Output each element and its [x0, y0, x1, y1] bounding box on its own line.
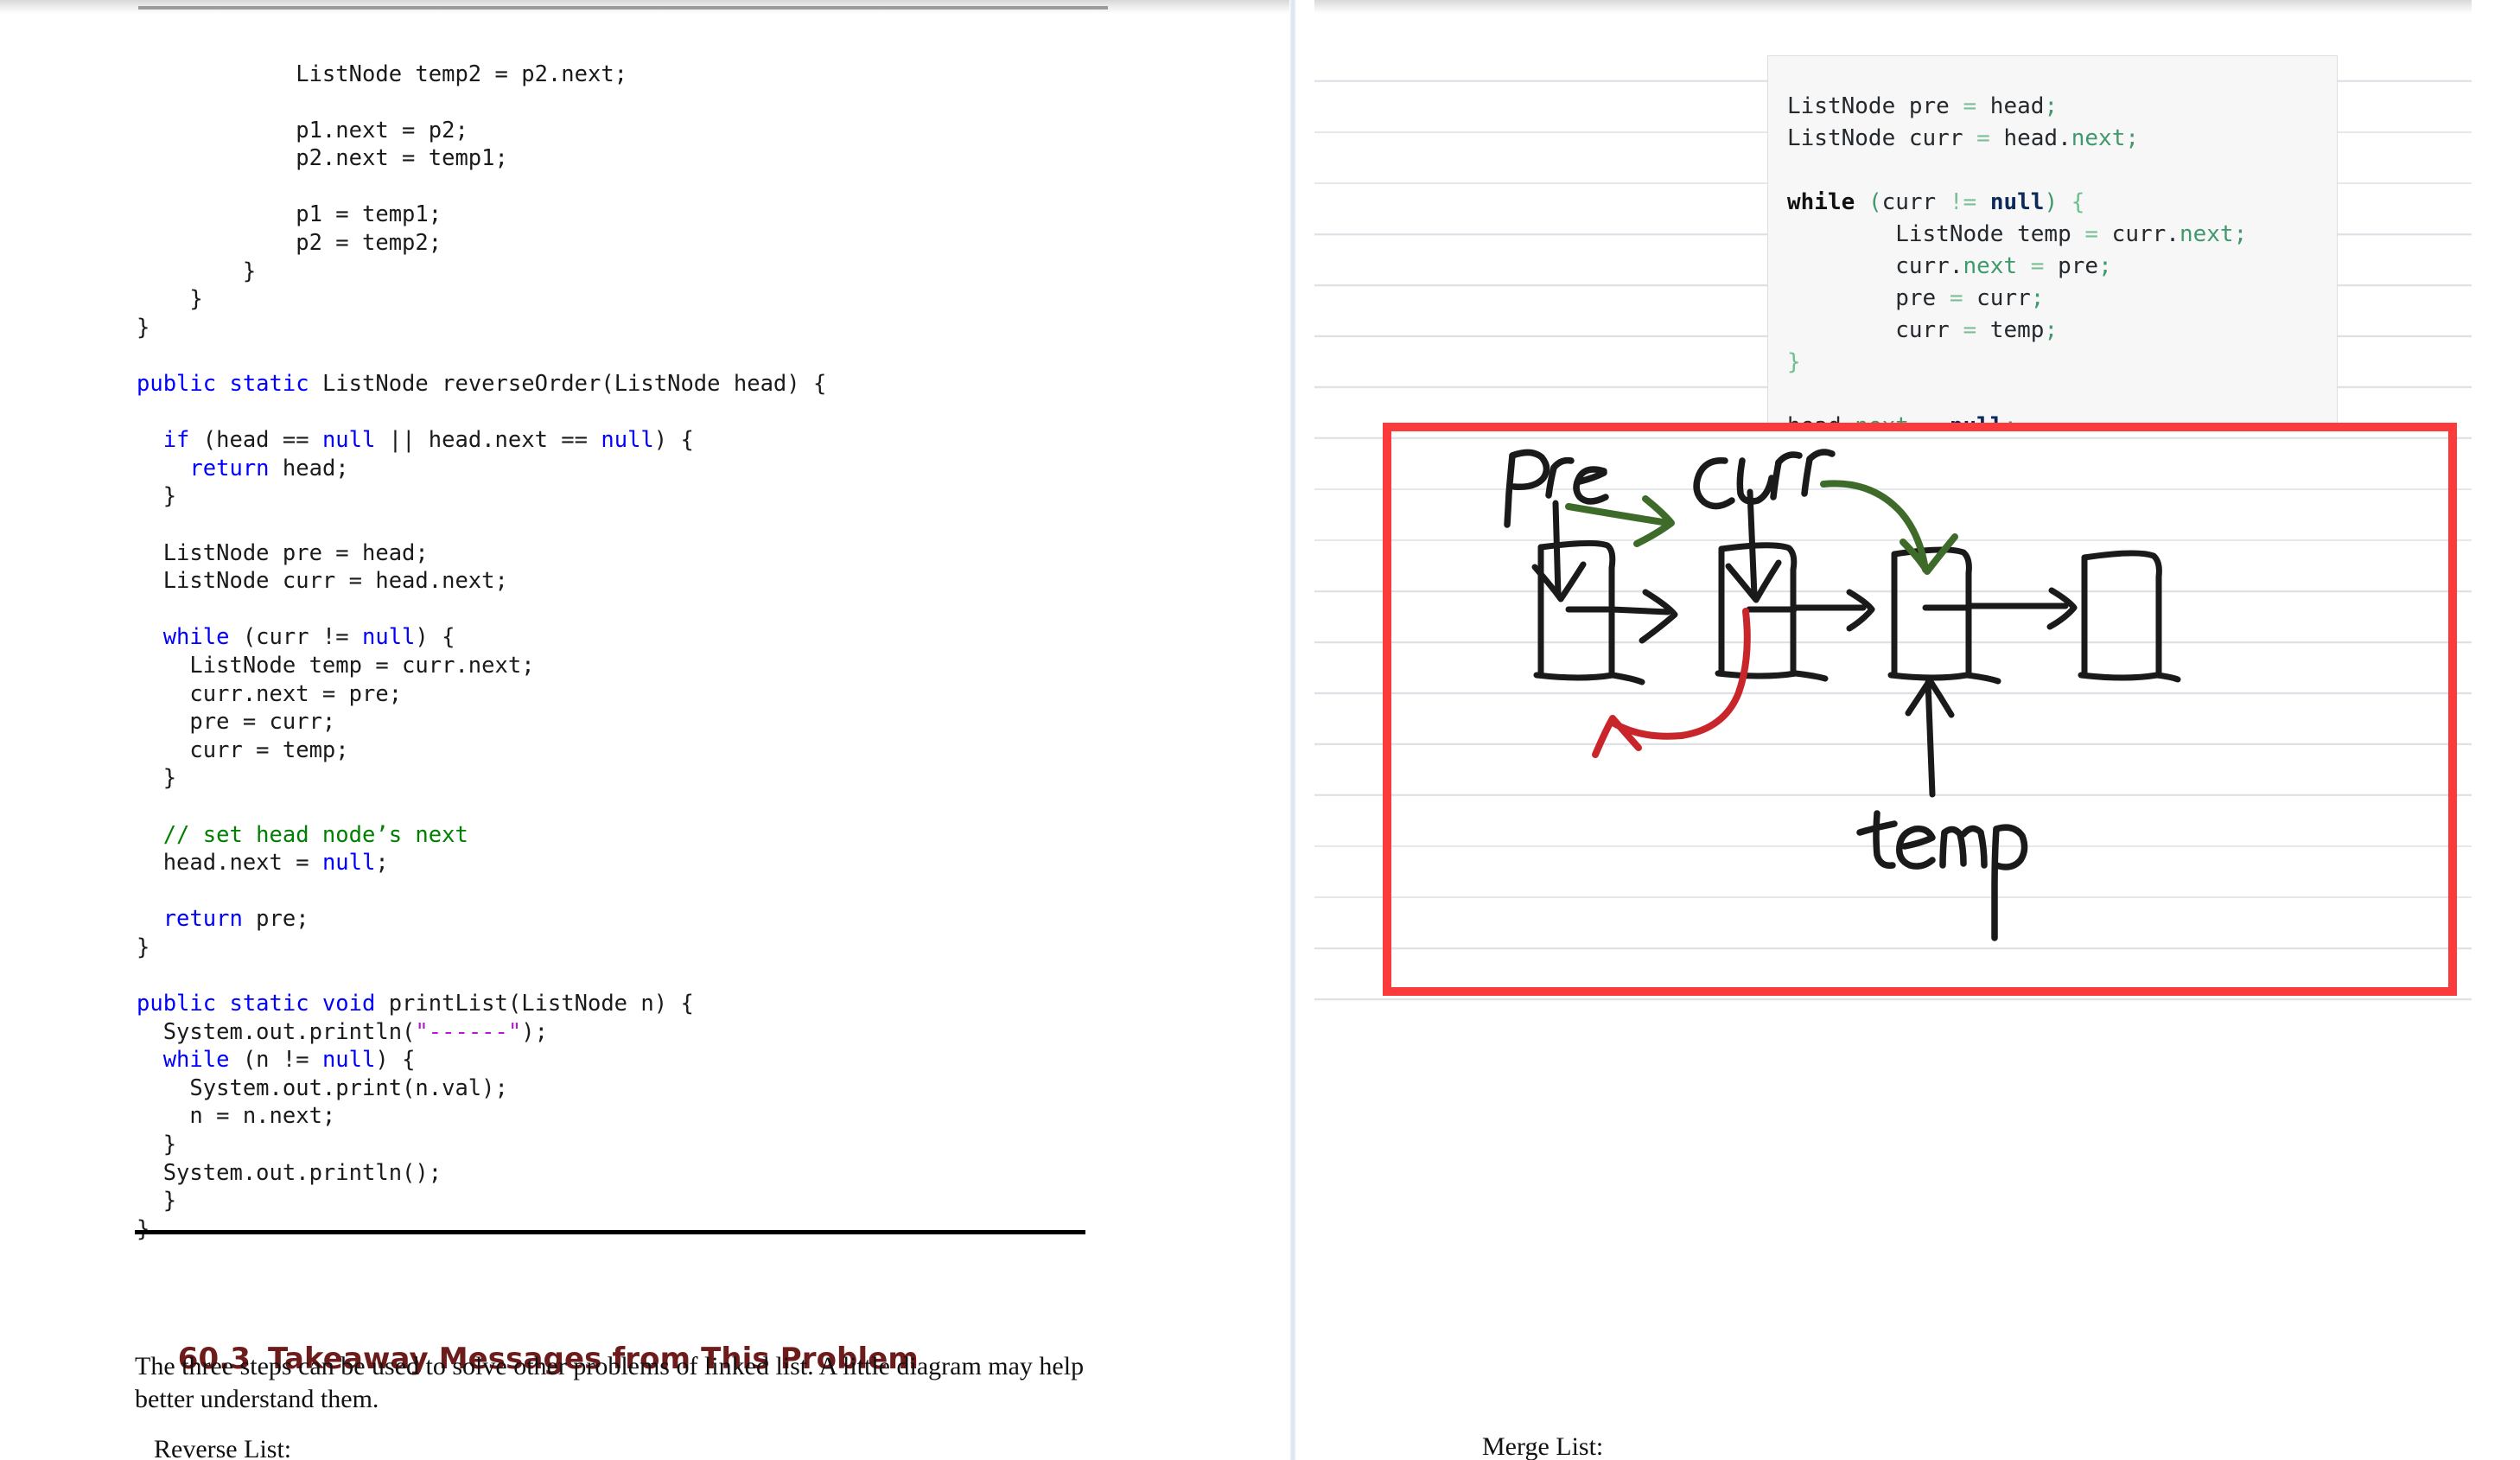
code-screenshot-line: ListNode temp = curr.next;: [1787, 221, 2248, 247]
code-line: }: [137, 934, 150, 960]
page-gutter-divider: [1289, 0, 1296, 1460]
merge-list-label: Merge List:: [1482, 1432, 1604, 1460]
horizontal-rule: [135, 1230, 1085, 1234]
body-paragraph-1: The three steps can be used to solve oth…: [135, 1352, 1085, 1413]
code-line: ListNode curr = head.next;: [137, 568, 508, 595]
page-top-rule: [138, 6, 1108, 10]
code-line: n = n.next;: [137, 1103, 336, 1130]
code-line: ListNode temp = curr.next;: [137, 652, 535, 679]
left-page: ListNode temp2 = p2.next; p1.next = p2; …: [0, 0, 1289, 1460]
code-line: }: [137, 1188, 177, 1215]
source-code-block: ListNode temp2 = p2.next; p1.next = p2; …: [137, 61, 1174, 1244]
code-line: }: [137, 1132, 177, 1158]
code-line: // set head node’s next: [137, 821, 468, 848]
code-line: ListNode pre = head;: [137, 539, 429, 566]
code-screenshot-line: curr.next = pre;: [1787, 253, 2112, 279]
code-line: p2 = temp2;: [137, 230, 442, 257]
code-line: }: [137, 765, 177, 792]
code-line: p1.next = p2;: [137, 117, 468, 143]
code-line: System.out.println();: [137, 1159, 442, 1186]
code-line: curr = temp;: [137, 736, 349, 763]
code-line: pre = curr;: [137, 709, 336, 736]
code-screenshot-panel: ListNode pre = head; ListNode curr = head…: [1767, 55, 2338, 427]
code-line: System.out.print(n.val);: [137, 1074, 508, 1101]
code-line: }: [137, 483, 177, 510]
code-line: }: [137, 286, 203, 313]
code-line: System.out.println("------");: [137, 1018, 548, 1045]
code-line: curr.next = pre;: [137, 680, 403, 707]
code-line: return pre;: [137, 906, 309, 933]
code-screenshot-line: ListNode curr = head.next;: [1787, 125, 2140, 151]
code-screenshot-line: curr = temp;: [1787, 317, 2059, 343]
code-screenshot-line: ListNode pre = head;: [1787, 93, 2059, 119]
code-line: }: [137, 258, 257, 284]
code-line: p2.next = temp1;: [137, 145, 508, 172]
ruled-mask-bottom: [1296, 1029, 2520, 1460]
code-line: return head;: [137, 455, 349, 481]
code-screenshot-line: }: [1787, 349, 1801, 375]
code-line: public static ListNode reverseOrder(List…: [137, 371, 827, 398]
red-highlight-box: [1383, 423, 2457, 996]
code-line: ListNode temp2 = p2.next;: [137, 61, 628, 87]
code-line: if (head == null || head.next == null) {: [137, 427, 694, 454]
code-line: while (curr != null) {: [137, 624, 455, 651]
code-line: public static void printList(ListNode n)…: [137, 991, 694, 1017]
code-line: }: [137, 314, 150, 341]
code-line: head.next = null;: [137, 850, 389, 877]
code-screenshot-line: while (curr != null) {: [1787, 189, 2085, 215]
code-screenshot-text: ListNode pre = head; ListNode curr = head…: [1787, 91, 2247, 427]
right-page: ListNode pre = head; ListNode curr = head…: [1296, 0, 2520, 1460]
body-paragraph-2: Reverse List:: [154, 1435, 292, 1460]
code-screenshot-line: pre = curr;: [1787, 285, 2045, 311]
code-line: while (n != null) {: [137, 1047, 416, 1074]
code-screenshot-line: [1787, 155, 2247, 187]
code-screenshot-line: [1787, 379, 2247, 411]
code-line: p1 = temp1;: [137, 201, 442, 228]
